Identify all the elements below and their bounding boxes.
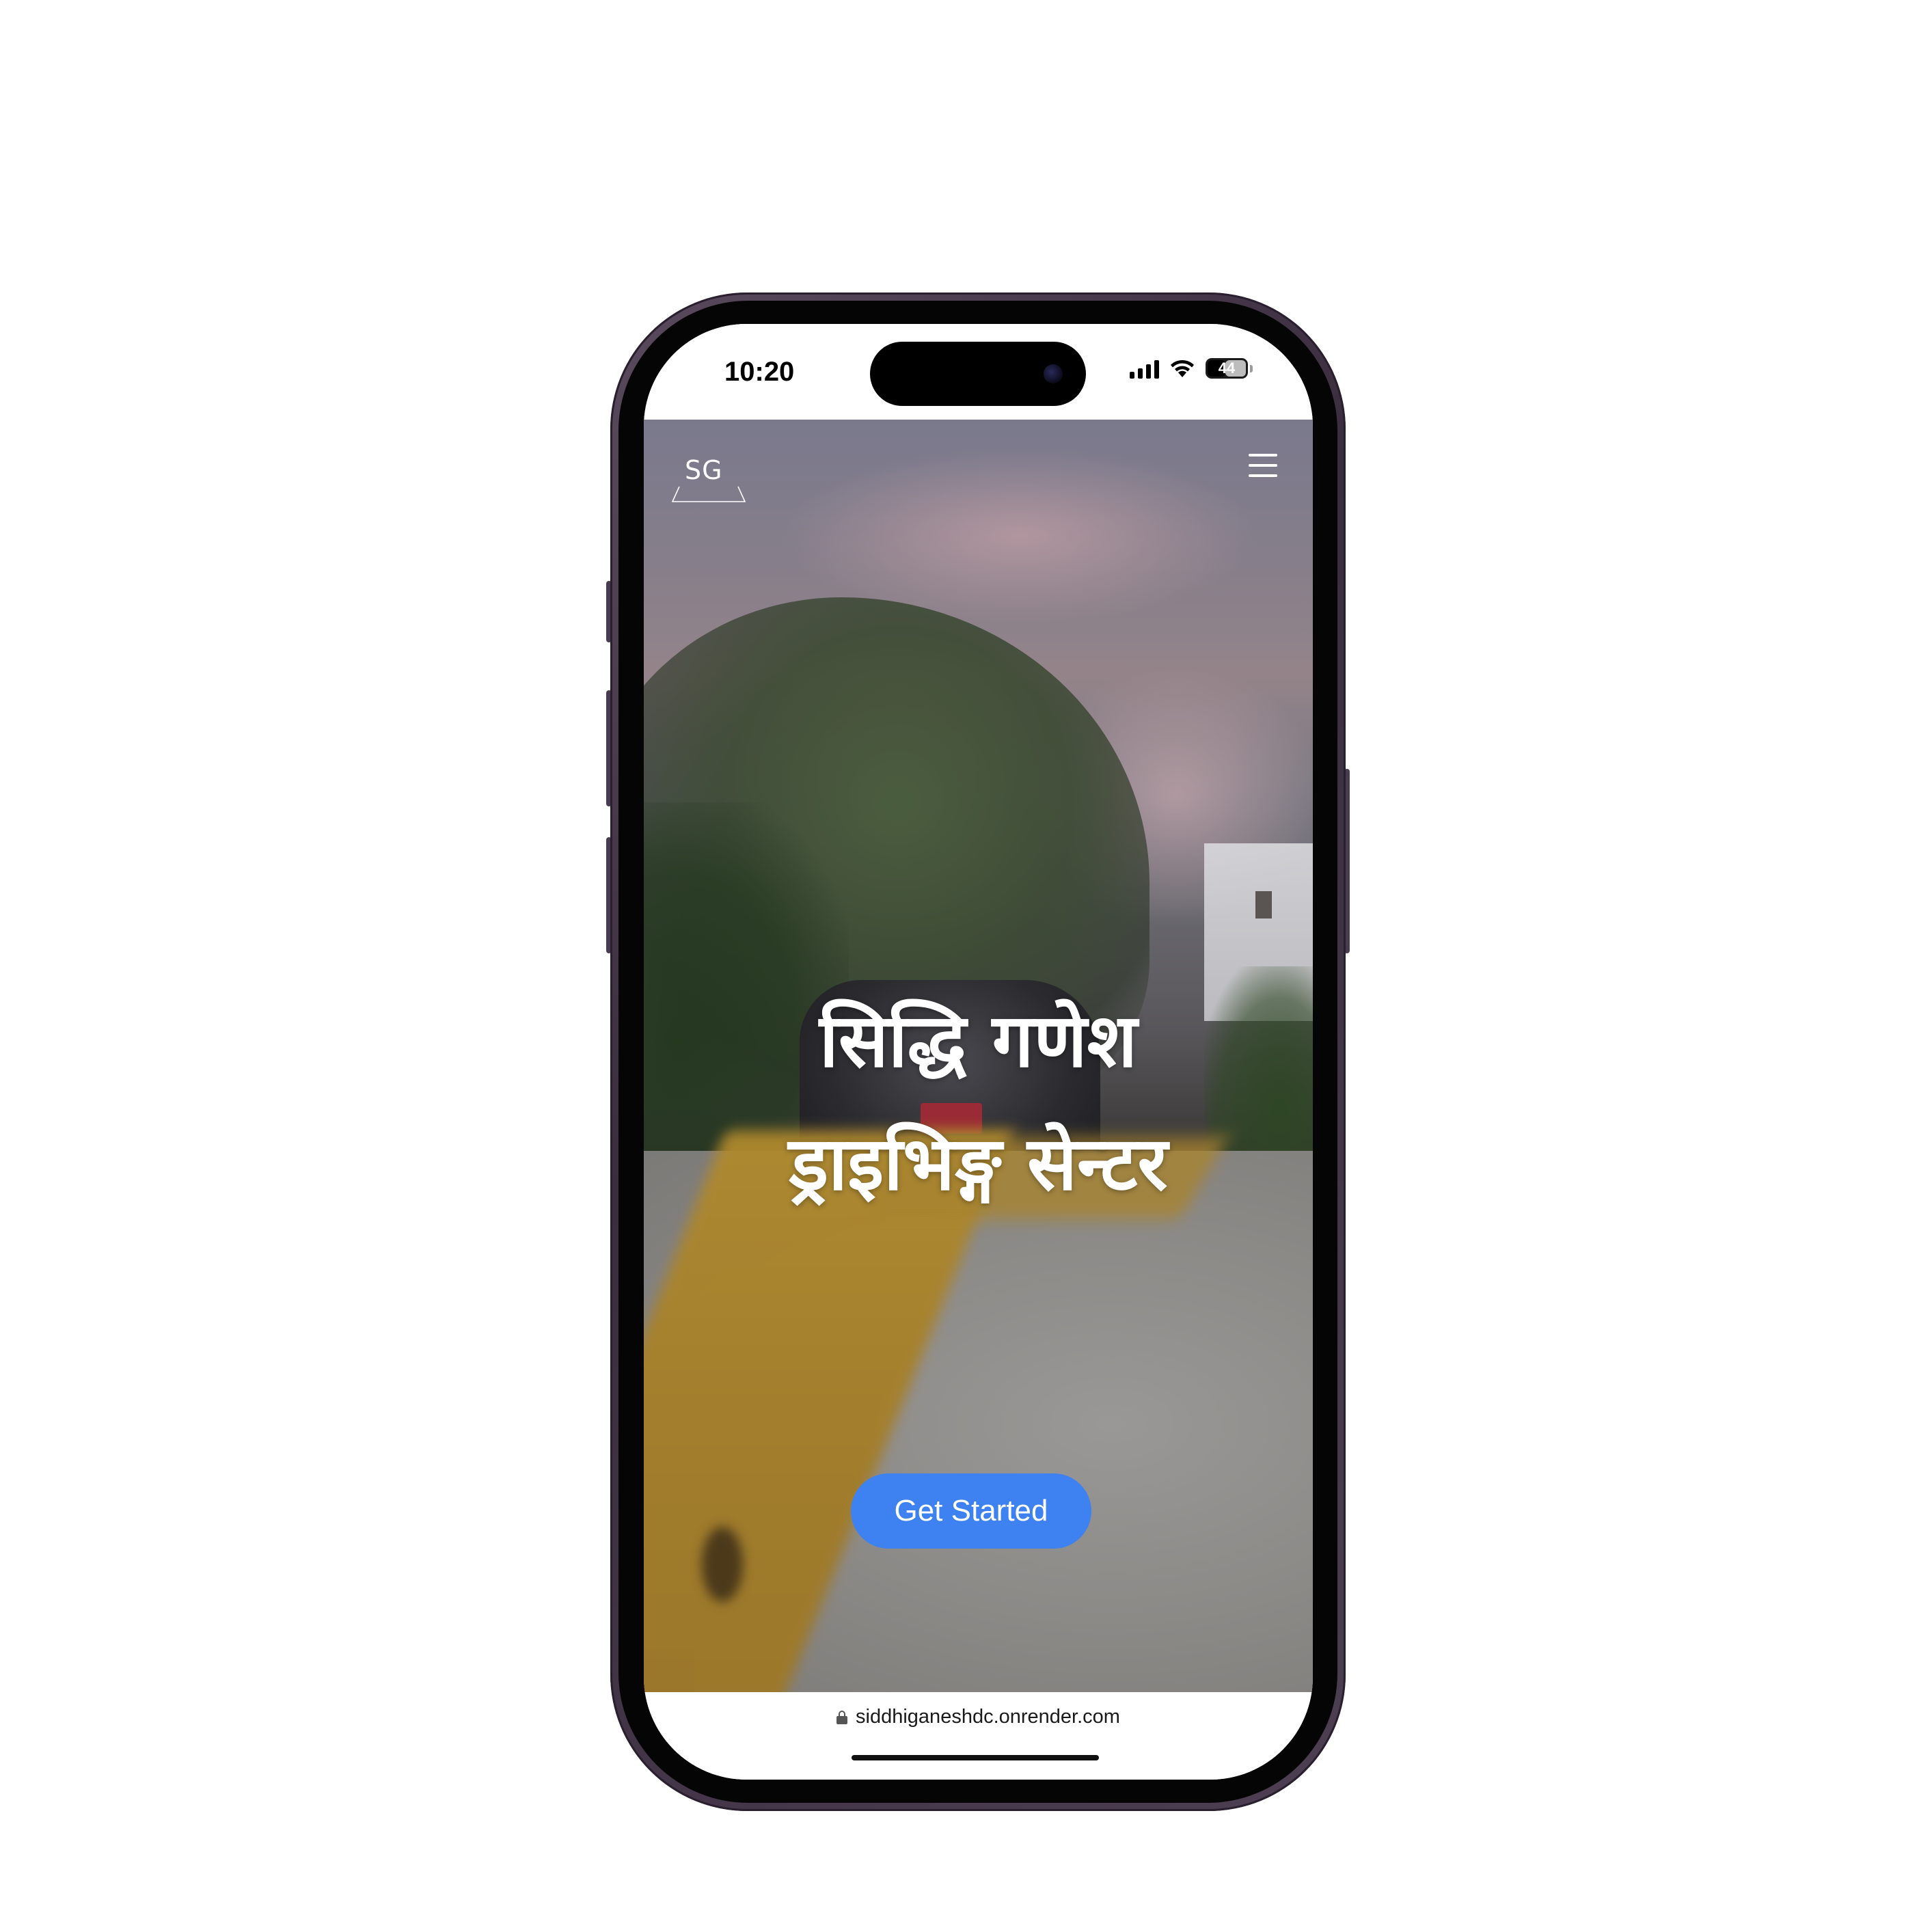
logo-text: SG — [685, 455, 723, 485]
hamburger-menu-icon[interactable] — [1249, 454, 1277, 477]
wifi-icon — [1171, 359, 1194, 377]
home-indicator[interactable] — [852, 1755, 1099, 1760]
hero-title: सिद्धि गणेश ड्राइभिङ्ग सेन्टर — [644, 980, 1313, 1226]
status-bar: 10:20 44 — [644, 324, 1313, 420]
building-window — [1255, 891, 1272, 919]
front-camera-icon — [1044, 364, 1063, 383]
phone-screen: 10:20 44 SG सिद्धि गणेश ड्राइभिङ्ग सेन्ट… — [644, 324, 1313, 1780]
url-row[interactable]: siddhiganeshdc.onrender.com — [644, 1706, 1313, 1728]
canvas: 10:20 44 SG सिद्धि गणेश ड्राइभिङ्ग सेन्ट… — [0, 0, 1932, 1932]
road-mark — [702, 1527, 743, 1602]
status-icons: 44 — [1130, 358, 1253, 379]
battery-icon: 44 — [1206, 358, 1248, 379]
browser-url-bar[interactable]: siddhiganeshdc.onrender.com — [644, 1692, 1313, 1780]
get-started-button[interactable]: Get Started — [851, 1473, 1091, 1549]
url-text[interactable]: siddhiganeshdc.onrender.com — [856, 1706, 1120, 1728]
lock-icon — [836, 1710, 848, 1724]
dynamic-island — [870, 342, 1086, 406]
cellular-signal-icon — [1130, 358, 1159, 379]
hero-section: SG सिद्धि गणेश ड्राइभिङ्ग सेन्टर Get Sta… — [644, 420, 1313, 1692]
hero-title-line2: ड्राइभिङ्ग सेन्टर — [789, 1121, 1168, 1207]
status-time: 10:20 — [724, 357, 795, 387]
battery-level: 44 — [1218, 359, 1236, 377]
site-logo[interactable]: SG — [671, 455, 746, 510]
logo-mark-icon — [671, 486, 746, 502]
hero-title-line1: सिद्धि गणेश — [819, 998, 1138, 1084]
